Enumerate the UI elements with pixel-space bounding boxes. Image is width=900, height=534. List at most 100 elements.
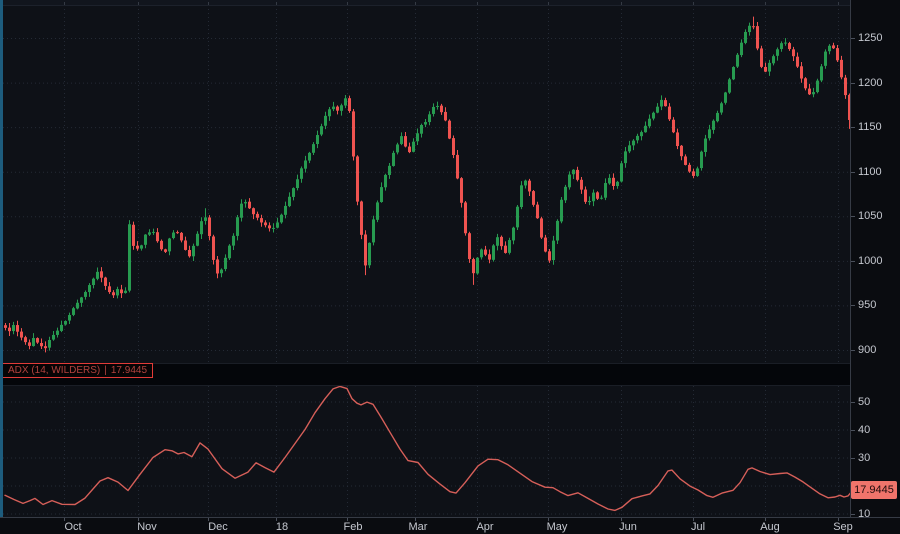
candle <box>372 216 375 246</box>
candle <box>252 208 255 220</box>
time-axis-tick <box>347 518 348 521</box>
candle <box>392 151 395 167</box>
candle <box>100 267 103 282</box>
candle <box>460 177 463 207</box>
time-axis-label: Mar <box>409 521 428 533</box>
candle <box>188 246 191 258</box>
price-axis-tick <box>851 127 855 128</box>
candle <box>108 282 111 294</box>
candle <box>432 103 435 116</box>
candle <box>556 219 559 244</box>
chart-canvas[interactable] <box>0 0 900 534</box>
candle <box>572 169 575 179</box>
candlestick-series <box>4 17 851 353</box>
candle <box>300 166 303 182</box>
candle <box>92 278 95 289</box>
candle <box>76 300 79 310</box>
candle <box>516 205 519 230</box>
candle <box>348 96 351 113</box>
time-axis-tick <box>477 518 478 521</box>
candle <box>16 321 19 336</box>
candle <box>56 328 59 338</box>
adx-axis-label: 50 <box>858 396 870 408</box>
adx-axis-tick <box>851 430 855 431</box>
candle <box>536 202 539 219</box>
candle <box>564 185 567 203</box>
candle <box>456 150 459 179</box>
candle <box>472 258 475 285</box>
price-axis-tick <box>851 350 855 351</box>
candle <box>140 245 143 251</box>
candle <box>192 244 195 261</box>
adx-axis-label: 30 <box>858 452 870 464</box>
time-axis-tick <box>548 518 549 521</box>
candle <box>96 268 99 281</box>
top-strip-tick <box>477 2 478 5</box>
candle <box>12 322 15 334</box>
candle <box>124 287 127 293</box>
candle <box>40 338 43 349</box>
candle <box>664 98 667 107</box>
candle <box>612 173 615 189</box>
candle <box>824 49 827 68</box>
price-axis-label: 1050 <box>858 210 882 222</box>
candle <box>568 171 571 189</box>
candle <box>236 215 239 240</box>
top-strip-tick <box>621 2 622 5</box>
price-axis-label: 900 <box>858 344 876 356</box>
candle <box>436 102 439 110</box>
candle <box>788 42 791 51</box>
candle <box>404 132 407 147</box>
candle <box>776 47 779 60</box>
candle <box>480 248 483 259</box>
candle <box>340 104 343 116</box>
adx-axis-tick <box>851 458 855 459</box>
candle <box>520 181 523 209</box>
candle <box>304 156 307 173</box>
candle <box>4 323 7 330</box>
candle <box>352 109 355 160</box>
time-axis-tick <box>64 518 65 521</box>
candle <box>692 169 695 179</box>
candle <box>356 155 359 205</box>
candle <box>396 143 399 155</box>
candle <box>208 215 211 240</box>
time-axis-tick <box>621 518 622 521</box>
price-axis-label: 1250 <box>858 32 882 44</box>
candle <box>588 196 591 205</box>
candle <box>256 212 259 221</box>
candle <box>492 244 495 261</box>
price-axis[interactable]: 1250120011501100105010009509005040302010 <box>850 0 900 518</box>
candle <box>740 39 743 57</box>
top-strip-tick <box>838 2 839 5</box>
candle <box>560 197 563 223</box>
candle <box>28 340 31 350</box>
adx-value-badge: 17.9445 <box>851 481 897 499</box>
adx-indicator-label[interactable]: ADX (14, WILDERS) | 17.9445 <box>2 363 153 378</box>
candle <box>384 174 387 191</box>
candle <box>820 64 823 82</box>
price-axis-label: 1150 <box>858 121 882 133</box>
candle <box>364 230 367 275</box>
candle <box>652 112 655 121</box>
candle <box>204 208 207 224</box>
candle <box>688 163 691 173</box>
price-axis-tick <box>851 261 855 262</box>
candle <box>636 134 639 144</box>
candle <box>68 313 71 324</box>
time-axis[interactable]: OctNovDec18FebMarAprMayJunJulAugSep <box>0 517 900 534</box>
candle <box>792 47 795 61</box>
candle <box>524 180 527 189</box>
candle <box>24 336 27 345</box>
price-axis-tick <box>851 83 855 84</box>
candle <box>620 161 623 183</box>
candle <box>196 231 199 246</box>
candle <box>676 129 679 150</box>
candle <box>512 227 515 245</box>
candle <box>376 200 379 222</box>
candle <box>484 246 487 256</box>
adx-axis-label: 40 <box>858 424 870 436</box>
price-axis-label: 1100 <box>858 166 882 178</box>
candle <box>444 107 447 121</box>
candle <box>640 131 643 141</box>
